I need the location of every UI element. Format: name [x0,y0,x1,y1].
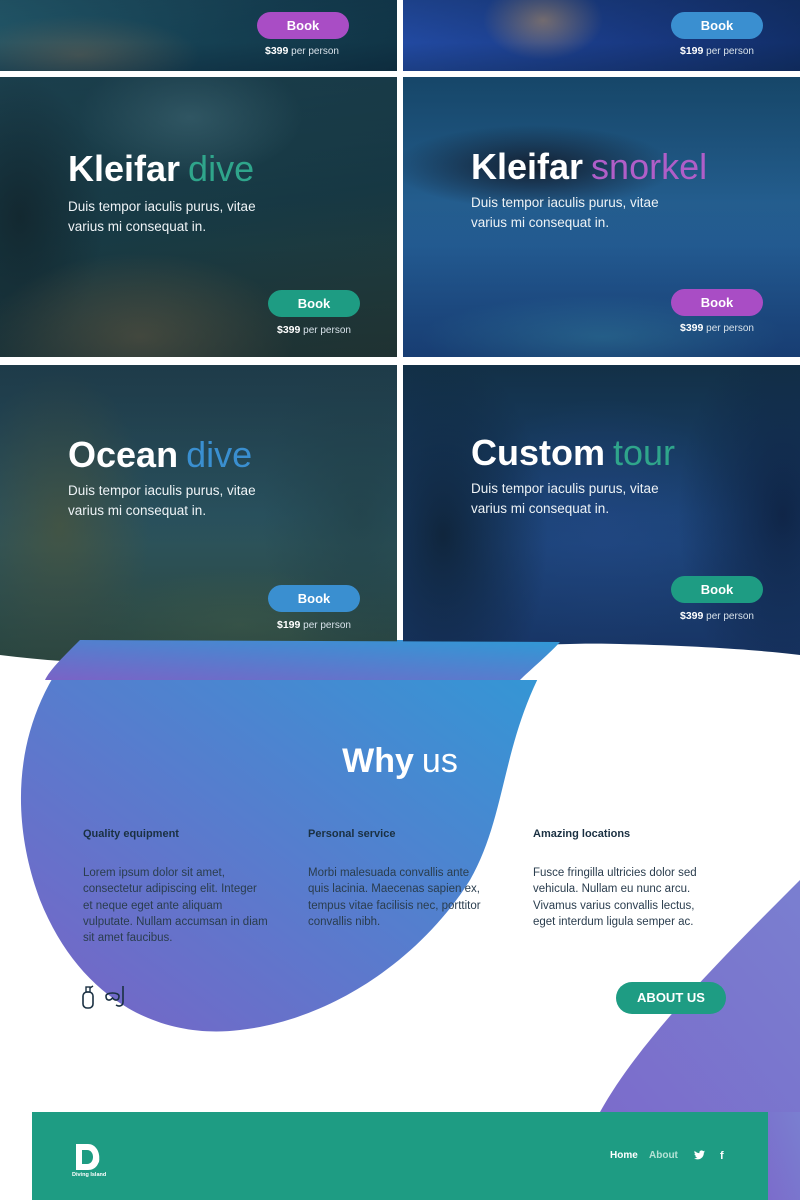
section-wave-divider [0,640,800,680]
tour-card-kleifar-dive: Kleifar dive Duis tempor iaculis purus, v… [0,77,397,357]
price-label: $399 per person [265,45,339,57]
tour-card-top-left: Book $399 per person [0,0,397,71]
tour-title: Custom tour [471,432,676,473]
price-label: $399 per person [680,322,754,334]
tour-title: Kleifar dive [68,148,255,189]
feature-text-locations: Fusce fringilla ultricies dolor sed vehi… [533,867,697,928]
tour-description: Duis tempor iaculis purus, vitae varius … [471,195,659,230]
footer-nav-home[interactable]: Home [610,1150,638,1161]
price-label: $199 per person [680,45,754,57]
price-label: $399 per person [680,610,754,622]
book-button[interactable]: Book [671,576,763,603]
footer-side-wedge [768,1112,800,1200]
book-button[interactable]: Book [268,585,360,612]
footer-nav-about[interactable]: About [649,1150,678,1161]
tour-card-ocean-dive: Ocean dive Duis tempor iaculis purus, vit… [0,365,397,665]
tour-description: Duis tempor iaculis purus, vitae varius … [68,483,256,518]
book-button[interactable]: Book [671,289,763,316]
oxygen-tank-icon [82,985,94,1009]
tour-title: Ocean dive [68,434,253,475]
tour-card-kleifar-snorkel: Kleifar snorkel Duis tempor iaculis purus… [403,77,800,357]
tour-description: Duis tempor iaculis purus, vitae varius … [68,199,256,234]
tour-card-top-right: Book $199 per person [403,0,800,71]
feature-text-service: Morbi malesuada convallis ante quis laci… [308,867,481,928]
feature-title-service: Personal service [308,828,396,840]
book-button[interactable]: Book [257,12,349,39]
book-button[interactable]: Book [671,12,763,39]
tour-description: Duis tempor iaculis purus, vitae varius … [471,481,659,516]
feature-title-locations: Amazing locations [533,828,631,840]
snorkel-mask-icon [105,986,124,1007]
about-us-button[interactable]: ABOUT US [616,982,726,1014]
footer: Diving Island Home About f [32,1112,768,1200]
tour-card-custom-tour: Custom tour Duis tempor iaculis purus, vi… [403,365,800,665]
tour-title: Kleifar snorkel [471,146,708,187]
why-us-heading: Why us [342,742,458,780]
logo-text: Diving Island [72,1172,107,1178]
feature-text-quality: Lorem ipsum dolor sit amet, consectetur … [83,867,268,945]
book-button[interactable]: Book [268,290,360,317]
twitter-icon[interactable] [694,1150,705,1163]
facebook-icon[interactable]: f [720,1150,724,1162]
feature-title-quality: Quality equipment [83,828,179,840]
price-label: $399 per person [277,324,351,336]
